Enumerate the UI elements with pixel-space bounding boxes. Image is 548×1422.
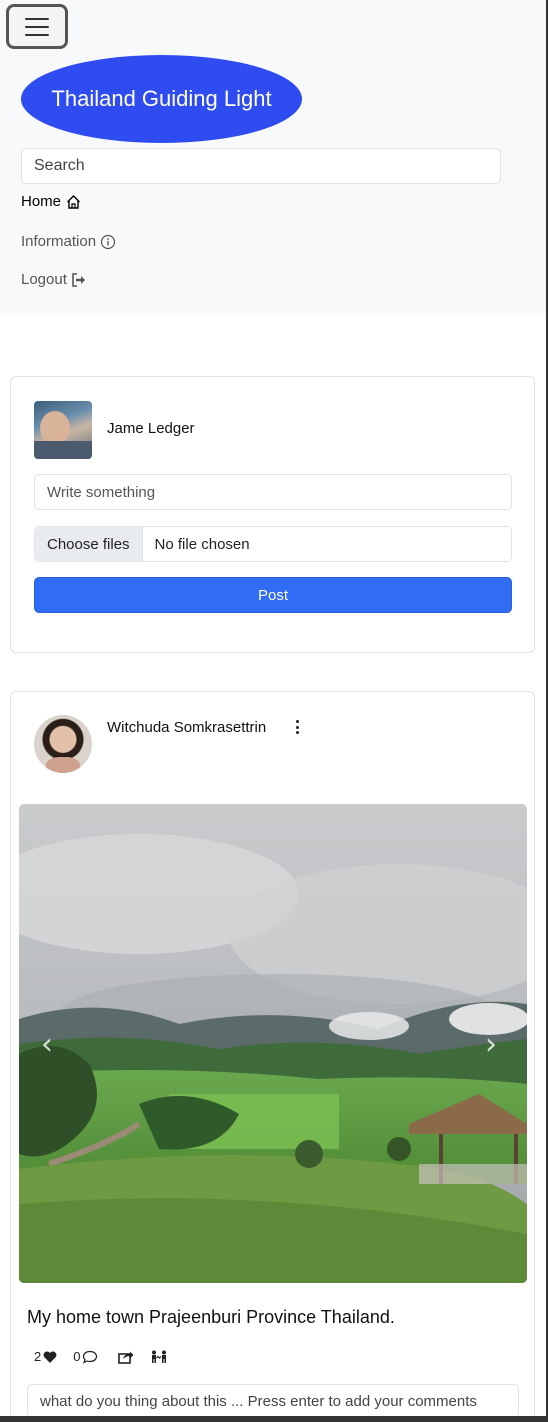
file-status-text: No file chosen — [154, 535, 250, 553]
menu-toggle-button[interactable] — [6, 4, 68, 49]
comment-count: 0 — [73, 1349, 81, 1364]
post-title: My home town Prajeenburi Province Thaila… — [27, 1307, 395, 1327]
author-avatar[interactable] — [34, 715, 92, 773]
info-circle-icon — [100, 234, 116, 249]
home-icon — [67, 194, 81, 209]
navbar: Thailand Guiding Light Home Information … — [0, 0, 546, 315]
carousel-prev-icon[interactable]: ‹ — [41, 1030, 53, 1060]
people-icon[interactable] — [150, 1350, 168, 1364]
nav-item-label: Information — [21, 233, 97, 250]
feed-post-card: Witchuda Somkrasettrin ‹ › My home town … — [10, 691, 535, 1422]
hamburger-icon — [25, 17, 49, 20]
more-options-icon[interactable] — [294, 720, 300, 734]
author-name[interactable]: Witchuda Somkrasettrin — [107, 719, 266, 736]
nav-item-logout[interactable]: Logout — [21, 271, 87, 288]
user-avatar[interactable] — [34, 401, 92, 459]
share-icon[interactable] — [118, 1350, 134, 1364]
logout-icon — [72, 272, 85, 287]
image-carousel[interactable]: ‹ › — [19, 804, 527, 1283]
post-actions: 2 0 — [34, 1349, 168, 1364]
nav-item-label: Logout — [21, 271, 67, 288]
window-edge-bottom — [0, 1416, 548, 1422]
brand-logo[interactable]: Thailand Guiding Light — [21, 55, 302, 143]
choose-files-button[interactable]: Choose files — [35, 527, 143, 561]
nav-item-label: Home — [21, 193, 62, 210]
write-something-input[interactable]: Write something — [34, 474, 512, 510]
post-button[interactable]: Post — [34, 577, 512, 613]
brand-text: Thailand Guiding Light — [51, 86, 272, 111]
nav-item-home[interactable]: Home — [21, 193, 82, 210]
file-input[interactable]: Choose files No file chosen — [34, 526, 512, 562]
carousel-next-icon[interactable]: › — [485, 1030, 497, 1060]
user-name[interactable]: Jame Ledger — [107, 420, 195, 437]
post-composer-card: Jame Ledger Write something Choose files… — [10, 376, 535, 653]
like-button[interactable]: 2 — [34, 1349, 57, 1364]
nav-item-information[interactable]: Information — [21, 233, 116, 250]
comment-button[interactable]: 0 — [73, 1349, 98, 1364]
chat-bubble-icon — [83, 1350, 98, 1364]
like-count: 2 — [34, 1349, 42, 1364]
search-input[interactable] — [21, 148, 501, 184]
heart-icon — [43, 1350, 57, 1363]
post-photo — [19, 804, 527, 1283]
comment-input[interactable] — [27, 1384, 519, 1418]
